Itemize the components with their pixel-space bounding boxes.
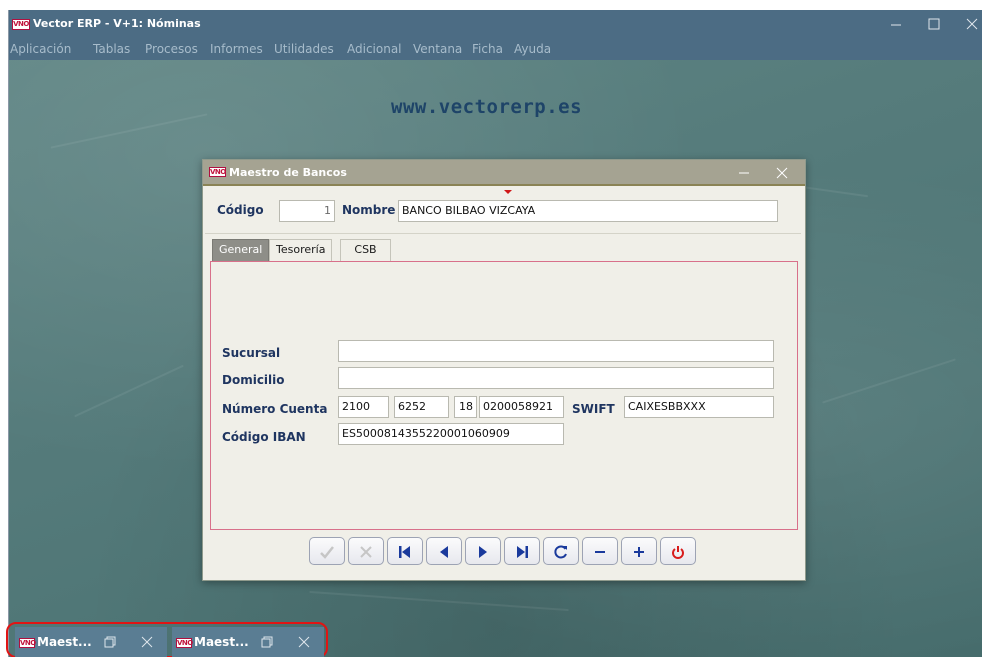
minimized-window-label: Maest...: [37, 635, 92, 649]
dialog-title: Maestro de Bancos: [229, 166, 347, 179]
cancel-icon: [360, 546, 372, 558]
chalk-streak: [50, 113, 208, 149]
close-icon: [966, 18, 978, 30]
menu-tablas[interactable]: Tablas: [93, 42, 130, 56]
add-record-button[interactable]: [621, 537, 657, 565]
dialog-close-button[interactable]: [769, 163, 795, 183]
close-icon: [298, 636, 310, 648]
iban-input[interactable]: ES5000814355220001060909: [338, 423, 564, 445]
close-window-button[interactable]: [957, 14, 982, 34]
record-header: Código 1 Nombre BANCO BILBAO VIZCAYA: [205, 189, 801, 234]
app-logo-icon: VNO: [12, 19, 30, 30]
dialog-minimize-button[interactable]: [731, 163, 757, 183]
window-title: Vector ERP - V+1: Nóminas: [33, 17, 201, 30]
minimized-logo-icon: VNO: [176, 638, 193, 648]
chalk-streak: [74, 364, 184, 418]
maximize-button[interactable]: [919, 14, 949, 34]
domicilio-label: Domicilio: [222, 373, 285, 387]
menu-informes[interactable]: Informes: [210, 42, 263, 56]
last-record-button[interactable]: [504, 537, 540, 565]
close-minimized-button[interactable]: [293, 632, 315, 652]
caret-indicator-icon: [504, 190, 512, 194]
restore-button[interactable]: [98, 632, 120, 652]
menu-ficha[interactable]: Ficha: [472, 42, 503, 56]
next-record-icon: [479, 546, 487, 558]
mdi-desktop: www.vectorerp.es VNO Maestro de Bancos C…: [9, 60, 982, 657]
swift-label: SWIFT: [572, 402, 615, 416]
numero-cuenta-label: Número Cuenta: [222, 402, 328, 416]
menu-procesos[interactable]: Procesos: [145, 42, 198, 56]
tab-tesoreria[interactable]: Tesorería: [269, 239, 333, 261]
dialog-logo-icon: VNO: [209, 167, 226, 177]
minimize-icon: [891, 24, 901, 26]
previous-record-icon: [440, 546, 448, 558]
menu-utilidades[interactable]: Utilidades: [274, 42, 334, 56]
first-record-icon: [399, 546, 410, 558]
accept-button[interactable]: [309, 537, 345, 565]
close-minimized-button[interactable]: [136, 632, 158, 652]
first-record-button[interactable]: [387, 537, 423, 565]
refresh-button[interactable]: [543, 537, 579, 565]
close-icon: [776, 167, 788, 179]
cancel-button[interactable]: [348, 537, 384, 565]
general-tab-panel: Sucursal Domicilio Número Cuenta 2100 62…: [210, 261, 798, 530]
chalk-streak: [309, 590, 569, 612]
chalk-streak: [822, 358, 956, 404]
close-icon: [141, 636, 153, 648]
minimized-window-label: Maest...: [194, 635, 249, 649]
tab-general[interactable]: General: [212, 239, 270, 261]
nombre-input[interactable]: BANCO BILBAO VIZCAYA: [398, 200, 778, 222]
main-title-bar: VNO Vector ERP - V+1: Nóminas: [9, 10, 982, 38]
sucursal-input[interactable]: [338, 340, 774, 362]
close-power-button[interactable]: [660, 537, 696, 565]
swift-input[interactable]: CAIXESBBXXX: [624, 396, 774, 418]
menu-bar: Aplicación Tablas Procesos Informes Util…: [9, 38, 982, 60]
add-record-icon: [634, 547, 644, 557]
restore-icon: [104, 636, 116, 648]
maximize-icon: [928, 18, 940, 30]
menu-ventana[interactable]: Ventana: [413, 42, 462, 56]
codigo-input[interactable]: 1: [279, 200, 335, 222]
accept-icon: [320, 546, 334, 559]
website-watermark: www.vectorerp.es: [391, 96, 583, 118]
power-close-icon: [672, 546, 684, 559]
delete-record-button[interactable]: [582, 537, 618, 565]
minimized-logo-icon: VNO: [19, 638, 36, 648]
delete-record-icon: [595, 551, 605, 553]
cuenta-entidad-input[interactable]: 2100: [338, 396, 389, 418]
sucursal-label: Sucursal: [222, 346, 281, 360]
previous-record-button[interactable]: [426, 537, 462, 565]
restore-icon: [261, 636, 273, 648]
main-window: VNO Vector ERP - V+1: Nóminas Aplicación…: [8, 10, 982, 657]
last-record-icon: [517, 546, 528, 558]
minimize-button[interactable]: [881, 14, 911, 34]
codigo-label: Código: [217, 203, 264, 217]
dialog-title-bar[interactable]: VNO Maestro de Bancos: [203, 160, 805, 186]
menu-ayuda[interactable]: Ayuda: [514, 42, 551, 56]
next-record-button[interactable]: [465, 537, 501, 565]
domicilio-input[interactable]: [338, 367, 774, 389]
menu-aplicacion[interactable]: Aplicación: [10, 42, 71, 56]
cuenta-numero-input[interactable]: 0200058921: [479, 396, 564, 418]
minimize-icon: [739, 172, 749, 174]
cuenta-dc-input[interactable]: 18: [454, 396, 477, 418]
minimized-window-2[interactable]: VNO Maest...: [172, 627, 324, 657]
nombre-label: Nombre: [342, 203, 396, 217]
app-root: VNO Vector ERP - V+1: Nóminas Aplicación…: [0, 0, 982, 657]
restore-button[interactable]: [255, 632, 277, 652]
minimized-window-1[interactable]: VNO Maest...: [15, 627, 167, 657]
menu-adicional[interactable]: Adicional: [347, 42, 402, 56]
tab-csb[interactable]: CSB: [340, 239, 391, 261]
refresh-icon: [554, 545, 567, 559]
cuenta-oficina-input[interactable]: 6252: [394, 396, 449, 418]
maestro-bancos-dialog: VNO Maestro de Bancos Código 1 Nombre BA…: [202, 159, 806, 581]
codigo-iban-label: Código IBAN: [222, 430, 306, 444]
